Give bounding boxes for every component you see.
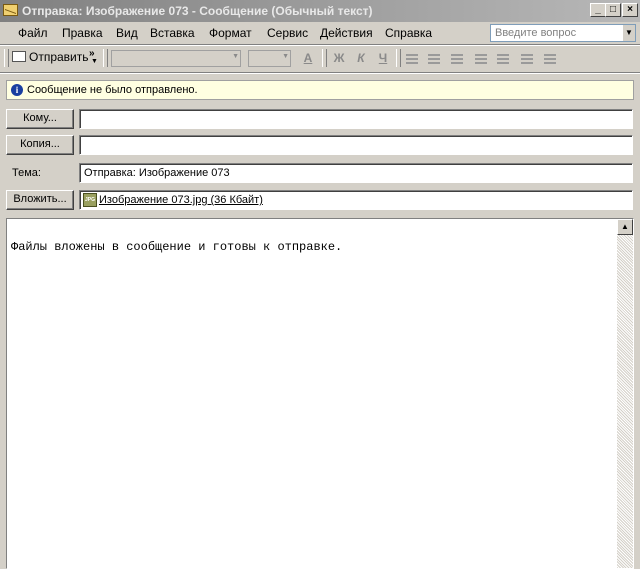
chevron-down-icon: ▼ xyxy=(232,53,239,60)
info-text: Сообщение не было отправлено. xyxy=(27,84,198,96)
send-button[interactable]: Отправить xyxy=(12,49,89,67)
to-field[interactable] xyxy=(79,109,633,129)
toolbar-grip[interactable] xyxy=(103,49,108,67)
subject-field[interactable]: Отправка: Изображение 073 xyxy=(79,163,633,183)
info-icon: i xyxy=(11,84,23,96)
attachment-item[interactable]: Изображение 073.jpg (36 Кбайт) xyxy=(99,194,263,206)
body-text: Файлы вложены в сообщение и готовы к отп… xyxy=(11,240,343,254)
envelope-icon xyxy=(3,4,18,16)
info-bar: i Сообщение не было отправлено. xyxy=(6,80,634,100)
italic-icon[interactable]: К xyxy=(353,51,369,67)
chevron-down-icon[interactable]: ▼ xyxy=(623,25,635,41)
align-left-icon[interactable] xyxy=(406,54,418,64)
scroll-up-icon[interactable]: ▲ xyxy=(617,219,633,235)
maximize-button[interactable]: □ xyxy=(605,3,621,17)
bullets-icon[interactable] xyxy=(475,54,487,64)
menu-file[interactable]: Файл xyxy=(18,26,48,40)
numbering-icon[interactable] xyxy=(497,54,509,64)
cc-button[interactable]: Копия... xyxy=(6,135,74,155)
send-label: Отправить xyxy=(29,49,89,64)
formatting-toolbar: Отправить » ▼ ▼ ▼ A Ж К Ч xyxy=(0,46,640,71)
cc-field[interactable] xyxy=(79,135,633,155)
send-envelope-icon xyxy=(12,51,26,63)
align-right-icon[interactable] xyxy=(451,54,463,64)
subject-label: Тема: xyxy=(12,167,41,179)
attachments-field[interactable]: JPG Изображение 073.jpg (36 Кбайт) xyxy=(79,190,633,210)
font-size-combo[interactable]: ▼ xyxy=(248,50,291,67)
message-body[interactable]: Файлы вложены в сообщение и готовы к отп… xyxy=(6,218,634,569)
window-title: Отправка: Изображение 073 - Сообщение (О… xyxy=(22,4,373,18)
vertical-scrollbar[interactable]: ▲ xyxy=(617,219,633,568)
font-color-icon[interactable]: A xyxy=(300,51,316,67)
chevron-down-icon[interactable]: ▼ xyxy=(91,58,98,65)
attach-button[interactable]: Вложить... xyxy=(6,190,74,210)
toolbar-separator xyxy=(322,49,327,67)
ask-question-input[interactable]: Введите вопрос ▼ xyxy=(490,24,636,42)
menu-actions[interactable]: Действия xyxy=(320,26,373,40)
underline-icon[interactable]: Ч xyxy=(375,51,391,67)
close-button[interactable]: × xyxy=(622,3,638,17)
increase-indent-icon[interactable] xyxy=(544,54,556,64)
menu-view[interactable]: Вид xyxy=(116,26,138,40)
decrease-indent-icon[interactable] xyxy=(521,54,533,64)
toolbar-separator xyxy=(396,49,401,67)
bold-icon[interactable]: Ж xyxy=(331,51,347,67)
ask-question-placeholder: Введите вопрос xyxy=(495,27,577,39)
menu-help[interactable]: Справка xyxy=(385,26,432,40)
align-center-icon[interactable] xyxy=(428,54,440,64)
menu-insert[interactable]: Вставка xyxy=(150,26,195,40)
toolbar-grip[interactable] xyxy=(4,49,9,67)
title-bar: Отправка: Изображение 073 - Сообщение (О… xyxy=(0,0,640,22)
menu-edit[interactable]: Правка xyxy=(62,26,103,40)
chevron-down-icon: ▼ xyxy=(282,53,289,60)
minimize-button[interactable]: _ xyxy=(590,3,606,17)
to-button[interactable]: Кому... xyxy=(6,109,74,129)
jpg-file-icon: JPG xyxy=(83,193,97,207)
divider xyxy=(0,72,640,74)
menu-format[interactable]: Формат xyxy=(209,26,252,40)
message-window: Отправка: Изображение 073 - Сообщение (О… xyxy=(0,0,640,569)
font-name-combo[interactable]: ▼ xyxy=(111,50,241,67)
menu-tools[interactable]: Сервис xyxy=(267,26,308,40)
